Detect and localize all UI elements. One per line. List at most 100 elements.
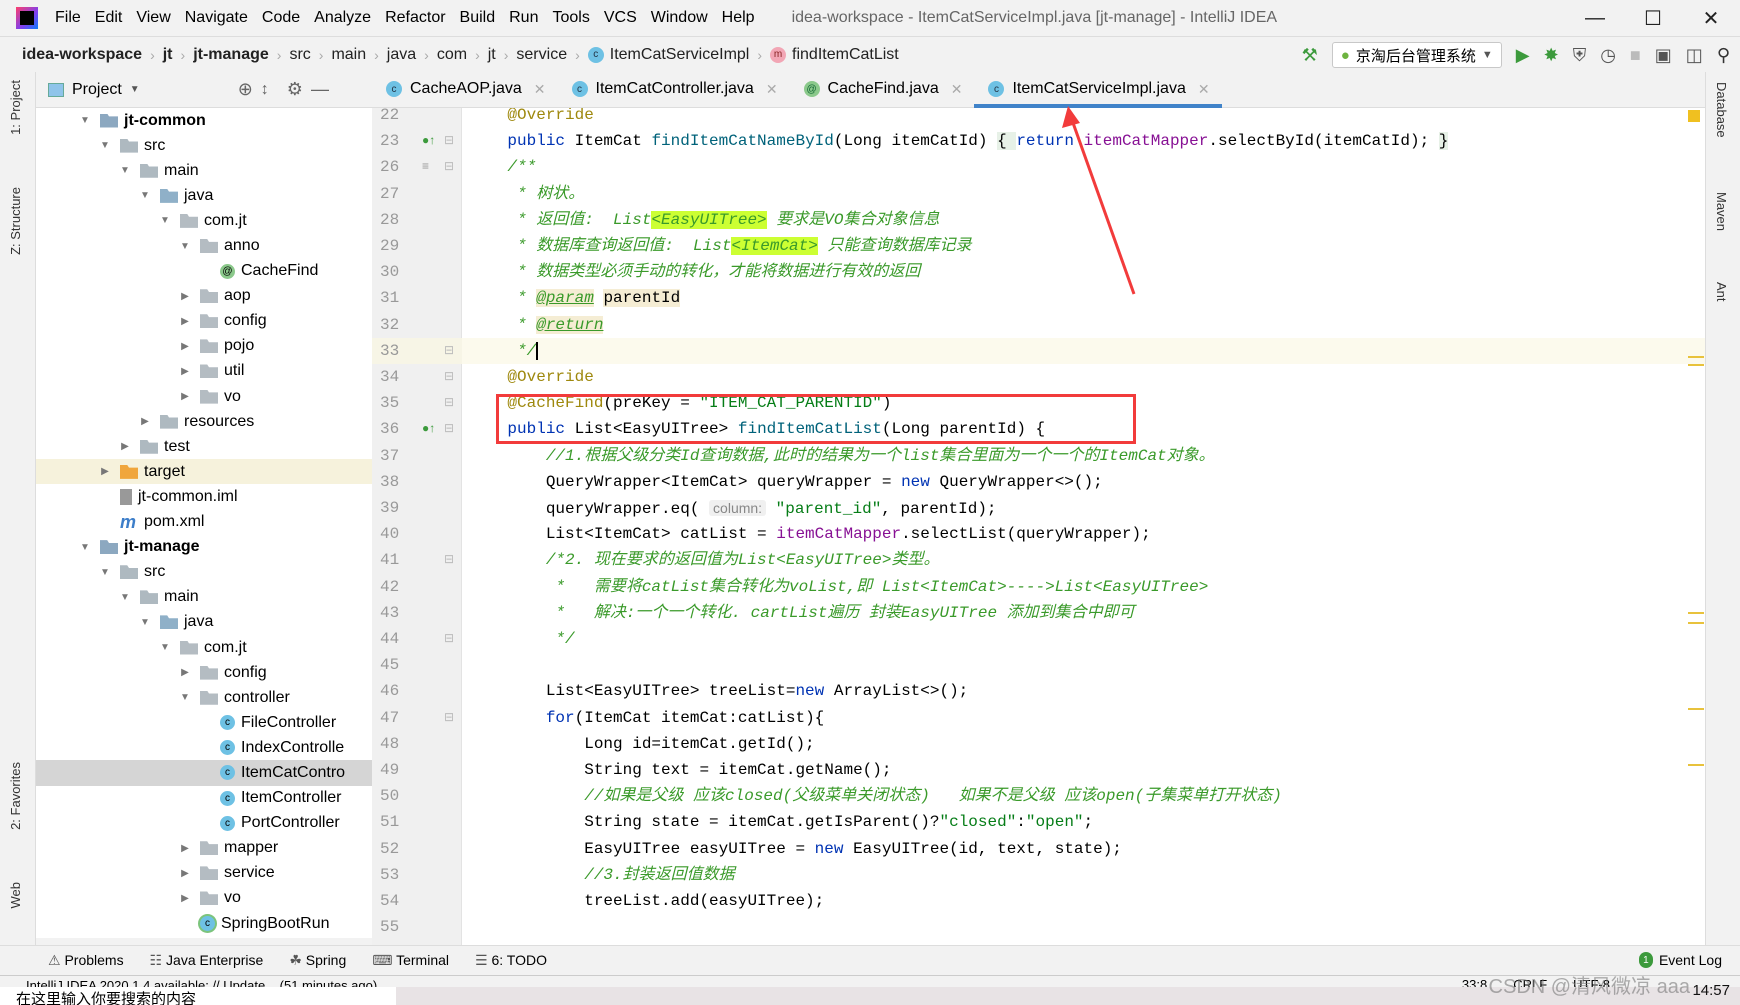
chevron-right-icon[interactable]: ▶ — [118, 441, 132, 452]
run-config-select[interactable]: ● 京淘后台管理系统 ▼ — [1331, 42, 1502, 68]
tool-problems[interactable]: ⚠ Problems — [48, 952, 124, 969]
chevron-down-icon[interactable]: ▼ — [98, 140, 112, 151]
tree-item[interactable]: ▼ src — [36, 560, 372, 585]
tree-item[interactable]: ▶ target — [36, 459, 372, 485]
menu-build[interactable]: Build — [453, 9, 503, 27]
scroll-marker[interactable] — [1688, 612, 1704, 614]
tab-itemcatserviceimpl[interactable]: c ItemCatServiceImpl.java ✕ — [974, 71, 1222, 108]
scroll-marker[interactable] — [1688, 708, 1704, 710]
tree-item[interactable]: c FileController — [36, 710, 372, 735]
tree-item[interactable]: ▼ main — [36, 585, 372, 610]
scroll-marker[interactable] — [1688, 356, 1704, 358]
tree-item[interactable]: ▶ test — [36, 434, 372, 459]
hide-icon[interactable]: — — [311, 79, 329, 100]
tree-item[interactable]: @ CacheFind — [36, 259, 372, 284]
scroll-marker[interactable] — [1688, 622, 1704, 624]
menu-run[interactable]: Run — [502, 9, 545, 27]
tree-item[interactable]: jt-common.iml — [36, 484, 372, 509]
chevron-right-icon[interactable]: ▶ — [178, 843, 192, 854]
project-view-select[interactable]: Project — [72, 81, 122, 99]
chevron-down-icon[interactable]: ▼ — [78, 115, 92, 126]
breadcrumb-item[interactable]: jt — [163, 46, 173, 64]
fold-marker-icon[interactable]: ⊟ — [444, 369, 454, 383]
tree-item[interactable]: ▶ vo — [36, 886, 372, 911]
tree-item[interactable]: ▶ config — [36, 660, 372, 685]
tree-item[interactable]: c ItemCatContro — [36, 760, 372, 786]
chevron-right-icon[interactable]: ▶ — [178, 667, 192, 678]
breadcrumb-item[interactable]: src — [289, 46, 310, 64]
warning-indicator-icon[interactable] — [1688, 110, 1700, 122]
tree-item[interactable]: ▼ com.jt — [36, 208, 372, 233]
chevron-down-icon[interactable]: ▼ — [118, 165, 132, 176]
tree-item[interactable]: ▶ resources — [36, 409, 372, 434]
scroll-marker[interactable] — [1688, 764, 1704, 766]
menu-window[interactable]: Window — [644, 9, 715, 27]
implements-method-icon[interactable]: ●↑ — [422, 421, 435, 435]
tab-web[interactable]: Web — [8, 882, 23, 909]
code-editor[interactable]: @Override public ItemCat findItemCatName… — [462, 108, 1705, 945]
gear-icon[interactable]: ⚙ — [287, 79, 303, 100]
tree-item[interactable]: ▶ config — [36, 309, 372, 334]
tab-structure[interactable]: Z: Structure — [8, 187, 23, 255]
taskbar-search[interactable]: 在这里输入你要搜索的内容 — [0, 987, 396, 1005]
tree-item[interactable]: ▼ main — [36, 158, 372, 183]
run-icon[interactable]: ▶ — [1516, 45, 1530, 66]
chevron-right-icon[interactable]: ▶ — [178, 893, 192, 904]
minimize-button[interactable]: — — [1566, 0, 1624, 36]
tool--todo[interactable]: ☰ 6: TODO — [475, 952, 547, 969]
chevron-down-icon[interactable]: ▼ — [118, 592, 132, 603]
close-button[interactable]: ✕ — [1682, 0, 1740, 36]
menu-view[interactable]: View — [129, 9, 177, 27]
fold-marker-icon[interactable]: ⊟ — [444, 159, 454, 173]
tree-item[interactable]: ▼ java — [36, 183, 372, 208]
chevron-down-icon[interactable]: ▼ — [78, 542, 92, 553]
tab-itemcatcontroller[interactable]: c ItemCatController.java ✕ — [558, 71, 790, 107]
status-message[interactable]: IntelliJ IDEA 2020.1.4 available: // Upd… — [26, 978, 377, 987]
tree-item[interactable]: ▶ aop — [36, 284, 372, 309]
project-structure-icon[interactable]: ▣ — [1655, 45, 1672, 66]
menu-edit[interactable]: Edit — [88, 9, 130, 27]
chevron-right-icon[interactable]: ▶ — [178, 366, 192, 377]
fold-marker-icon[interactable]: ⊟ — [444, 343, 454, 357]
chevron-down-icon[interactable]: ▼ — [138, 190, 152, 201]
breadcrumb-item[interactable]: jt — [488, 46, 496, 64]
close-tab-icon[interactable]: ✕ — [951, 81, 963, 98]
tool-spring[interactable]: ☘ Spring — [289, 952, 346, 969]
menu-navigate[interactable]: Navigate — [178, 9, 255, 27]
tab-cachefind[interactable]: @ CacheFind.java ✕ — [790, 71, 975, 107]
build-hammer-icon[interactable]: ⚒ — [1302, 45, 1318, 66]
implements-method-icon[interactable]: ●↑ — [422, 133, 435, 147]
tree-item[interactable]: ▼ anno — [36, 233, 372, 258]
tree-item[interactable]: ▼ com.jt — [36, 635, 372, 660]
chevron-right-icon[interactable]: ▶ — [98, 466, 112, 477]
chevron-right-icon[interactable]: ▶ — [178, 341, 192, 352]
fold-marker-icon[interactable]: ⊟ — [444, 552, 454, 566]
chevron-right-icon[interactable]: ▶ — [178, 316, 192, 327]
fold-marker-icon[interactable]: ⊟ — [444, 133, 454, 147]
menu-tools[interactable]: Tools — [545, 9, 596, 27]
chevron-right-icon[interactable]: ▶ — [178, 291, 192, 302]
tab-favorites[interactable]: 2: Favorites — [8, 762, 23, 830]
tree-item[interactable]: ▼ controller — [36, 685, 372, 710]
chevron-down-icon[interactable]: ▼ — [178, 241, 192, 252]
chevron-down-icon[interactable]: ▼ — [98, 567, 112, 578]
tree-item[interactable]: c IndexControlle — [36, 735, 372, 760]
tree-item[interactable]: ▶ mapper — [36, 836, 372, 861]
chevron-right-icon[interactable]: ▶ — [138, 416, 152, 427]
tab-project[interactable]: 1: Project — [8, 80, 23, 135]
tab-database[interactable]: Database — [1714, 82, 1729, 138]
search-icon[interactable]: ⚲ — [1717, 45, 1730, 66]
tree-item[interactable]: c ItemController — [36, 786, 372, 811]
menu-vcs[interactable]: VCS — [597, 9, 644, 27]
tool-terminal[interactable]: ⌨ Terminal — [372, 952, 449, 969]
caret-position[interactable]: 33:8 — [1462, 975, 1487, 987]
tree-item[interactable]: ▼ jt-common — [36, 108, 372, 133]
locate-icon[interactable]: ⊕ — [238, 79, 253, 100]
breadcrumb-item[interactable]: jt-manage — [193, 46, 269, 64]
tree-item[interactable]: ▼ src — [36, 133, 372, 158]
chevron-down-icon[interactable]: ▼ — [158, 642, 172, 653]
breadcrumb-item[interactable]: ItemCatServiceImpl — [610, 46, 750, 64]
close-tab-icon[interactable]: ✕ — [1198, 81, 1210, 98]
fold-marker-icon[interactable]: ⊟ — [444, 710, 454, 724]
tab-ant[interactable]: Ant — [1714, 282, 1729, 302]
